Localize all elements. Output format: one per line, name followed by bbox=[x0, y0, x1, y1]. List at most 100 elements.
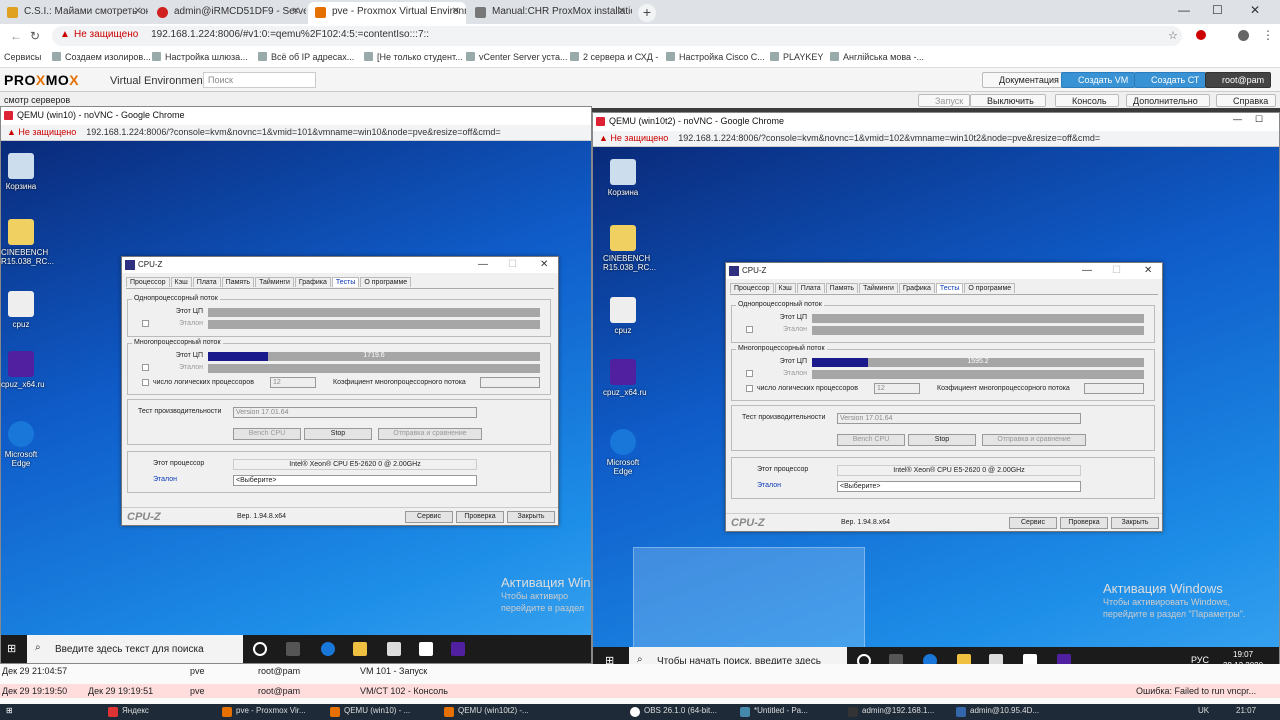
reload-icon[interactable]: ↻ bbox=[30, 29, 40, 43]
threads-checkbox[interactable] bbox=[746, 385, 753, 392]
edge-icon[interactable] bbox=[321, 642, 335, 656]
maximize-icon[interactable]: ☐ bbox=[1112, 265, 1121, 276]
maximize-icon[interactable]: ☐ bbox=[508, 259, 517, 270]
minimize-icon[interactable]: — bbox=[1178, 3, 1190, 17]
tab-bench[interactable]: Тесты bbox=[935, 283, 964, 293]
create-ct-button[interactable]: Создать СТ bbox=[1134, 72, 1207, 88]
cortana-icon[interactable] bbox=[253, 642, 267, 656]
desktop-icon-cpuz[interactable]: cpuz bbox=[603, 297, 643, 335]
reference-select[interactable]: <Выберите> bbox=[837, 481, 1081, 492]
bench-version-select[interactable]: Version 17.01.64 bbox=[837, 413, 1081, 424]
language-indicator[interactable]: UK bbox=[1198, 706, 1209, 715]
profile-icon[interactable] bbox=[1238, 30, 1249, 41]
taskbar-item[interactable]: QEMU (win10t2) -... bbox=[444, 706, 532, 718]
browser-tab[interactable]: C.S.I.: Майами смотреть онлайн✕ bbox=[0, 2, 148, 24]
reference-checkbox[interactable] bbox=[746, 326, 753, 333]
bookmark-item[interactable]: 2 сервера и СХД - bbox=[570, 52, 658, 62]
task-view-icon[interactable] bbox=[286, 642, 300, 656]
reference-checkbox[interactable] bbox=[142, 364, 149, 371]
taskbar-item[interactable]: admin@192.168.1... bbox=[848, 706, 940, 718]
desktop-icon-edge[interactable]: Microsoft Edge bbox=[603, 429, 643, 476]
minimize-icon[interactable]: — bbox=[478, 259, 488, 270]
help-button[interactable]: Справка bbox=[1216, 94, 1276, 107]
cpuz-icon[interactable] bbox=[451, 642, 465, 656]
minimize-icon[interactable]: — bbox=[1233, 114, 1242, 124]
tab-memory[interactable]: Память bbox=[221, 277, 255, 287]
tab-timings[interactable]: Тайминги bbox=[859, 283, 898, 293]
maximize-icon[interactable]: ☐ bbox=[1212, 3, 1223, 17]
vm-address-bar[interactable]: ▲ Не защищено 192.168.1.224:8006/?console… bbox=[1, 125, 591, 141]
close-icon[interactable]: ✕ bbox=[1250, 3, 1260, 17]
bookmark-item[interactable]: Настройка Cisco C... bbox=[666, 52, 765, 62]
tab-timings[interactable]: Тайминги bbox=[255, 277, 294, 287]
new-tab-button[interactable]: + bbox=[638, 4, 656, 22]
desktop-icon-recycle-bin[interactable]: Корзина bbox=[1, 153, 41, 191]
tab-cache[interactable]: Кэш bbox=[170, 277, 192, 287]
menu-icon[interactable]: ⋮ bbox=[1262, 28, 1274, 42]
windows-start-icon[interactable]: ⊞ bbox=[6, 706, 13, 715]
minimize-icon[interactable]: — bbox=[1082, 265, 1092, 276]
bench-cpu-button[interactable]: Bench CPU bbox=[233, 428, 301, 440]
maximize-icon[interactable]: ☐ bbox=[1255, 114, 1263, 125]
log-row-error[interactable]: Дек 29 19:19:50 Дек 29 19:19:51 pve root… bbox=[0, 684, 1280, 698]
shutdown-button[interactable]: Выключить bbox=[970, 94, 1046, 107]
check-button[interactable]: Проверка bbox=[456, 511, 504, 523]
browser-tab-active[interactable]: pve - Proxmox Virtual Environment✕ bbox=[308, 2, 466, 24]
tab-mainboard[interactable]: Плата bbox=[192, 277, 221, 287]
stop-button[interactable]: Stop bbox=[304, 428, 372, 440]
close-icon[interactable]: ✕ bbox=[1144, 265, 1152, 276]
start-button[interactable]: Запуск bbox=[918, 94, 971, 107]
vm-address-bar[interactable]: ▲ Не защищено 192.168.1.224:8006/?console… bbox=[593, 131, 1279, 147]
threads-select[interactable]: 12 bbox=[270, 377, 316, 388]
close-button[interactable]: Закрыть bbox=[1111, 517, 1159, 529]
tab-cache[interactable]: Кэш bbox=[774, 283, 796, 293]
reference-checkbox[interactable] bbox=[746, 370, 753, 377]
bookmark-item[interactable]: Сервисы bbox=[4, 52, 41, 62]
bookmark-item[interactable]: vCenter Server уста... bbox=[466, 52, 567, 62]
tab-about[interactable]: О программе bbox=[360, 277, 412, 287]
tab-close-icon[interactable]: ✕ bbox=[134, 6, 142, 17]
tab-bench[interactable]: Тесты bbox=[331, 277, 360, 287]
tab-close-icon[interactable]: ✕ bbox=[452, 6, 460, 17]
store-icon[interactable] bbox=[387, 642, 401, 656]
clock[interactable]: 21:07 bbox=[1236, 706, 1256, 715]
reference-link[interactable]: Эталон bbox=[757, 482, 781, 489]
address-bar[interactable]: ▲ Не защищено 192.168.1.224:8006/#v1:0:=… bbox=[52, 26, 1182, 46]
threads-select[interactable]: 12 bbox=[874, 383, 920, 394]
tab-mainboard[interactable]: Плата bbox=[796, 283, 825, 293]
close-icon[interactable]: ✕ bbox=[540, 259, 548, 270]
tab-close-icon[interactable]: ✕ bbox=[618, 6, 626, 17]
search-input[interactable]: Поиск bbox=[203, 72, 316, 88]
submit-compare-button[interactable]: Отправка и сравнение bbox=[982, 434, 1086, 446]
taskbar-item[interactable]: OBS 26.1.0 (64-bit... bbox=[630, 706, 730, 718]
desktop-icon-cpuz[interactable]: cpuz bbox=[1, 291, 41, 329]
taskbar-item[interactable]: admin@10.95.4D... bbox=[956, 706, 1048, 718]
taskbar-item[interactable]: *Untitled - Pa... bbox=[740, 706, 830, 718]
service-button[interactable]: Сервис bbox=[405, 511, 453, 523]
service-button[interactable]: Сервис bbox=[1009, 517, 1057, 529]
explorer-icon[interactable] bbox=[353, 642, 367, 656]
stop-button[interactable]: Stop bbox=[908, 434, 976, 446]
tab-about[interactable]: О программе bbox=[964, 283, 1016, 293]
browser-tab[interactable]: Manual:CHR ProxMox installation ✕ bbox=[468, 2, 632, 24]
user-menu-button[interactable]: root@pam bbox=[1205, 72, 1272, 88]
bookmark-item[interactable]: [Не только студент... bbox=[364, 52, 463, 62]
close-button[interactable]: Закрыть bbox=[507, 511, 555, 523]
tab-close-icon[interactable]: ✕ bbox=[292, 6, 300, 17]
check-button[interactable]: Проверка bbox=[1060, 517, 1108, 529]
taskbar-item[interactable]: Яндекс bbox=[108, 706, 162, 718]
taskbar-search[interactable]: ⌕ Введите здесь текст для поиска bbox=[27, 635, 243, 663]
submit-compare-button[interactable]: Отправка и сравнение bbox=[378, 428, 482, 440]
console-button[interactable]: Консоль bbox=[1055, 94, 1119, 107]
desktop-icon-cinebench[interactable]: CINEBENCH R15.038_RC... bbox=[603, 225, 656, 272]
desktop-icon-edge[interactable]: Microsoft Edge bbox=[1, 421, 41, 468]
bookmark-item[interactable]: Англійська мова -... bbox=[830, 52, 924, 62]
tab-processor[interactable]: Процессор bbox=[126, 277, 170, 287]
windows-start-icon[interactable]: ⊞ bbox=[7, 642, 16, 655]
bookmark-item[interactable]: PLAYKEY bbox=[770, 52, 823, 62]
desktop-icon-recycle-bin[interactable]: Корзина bbox=[603, 159, 643, 197]
reference-link[interactable]: Эталон bbox=[153, 476, 177, 483]
bookmark-item[interactable]: Всё об IP адресах... bbox=[258, 52, 354, 62]
mail-icon[interactable] bbox=[419, 642, 433, 656]
reference-checkbox[interactable] bbox=[142, 320, 149, 327]
